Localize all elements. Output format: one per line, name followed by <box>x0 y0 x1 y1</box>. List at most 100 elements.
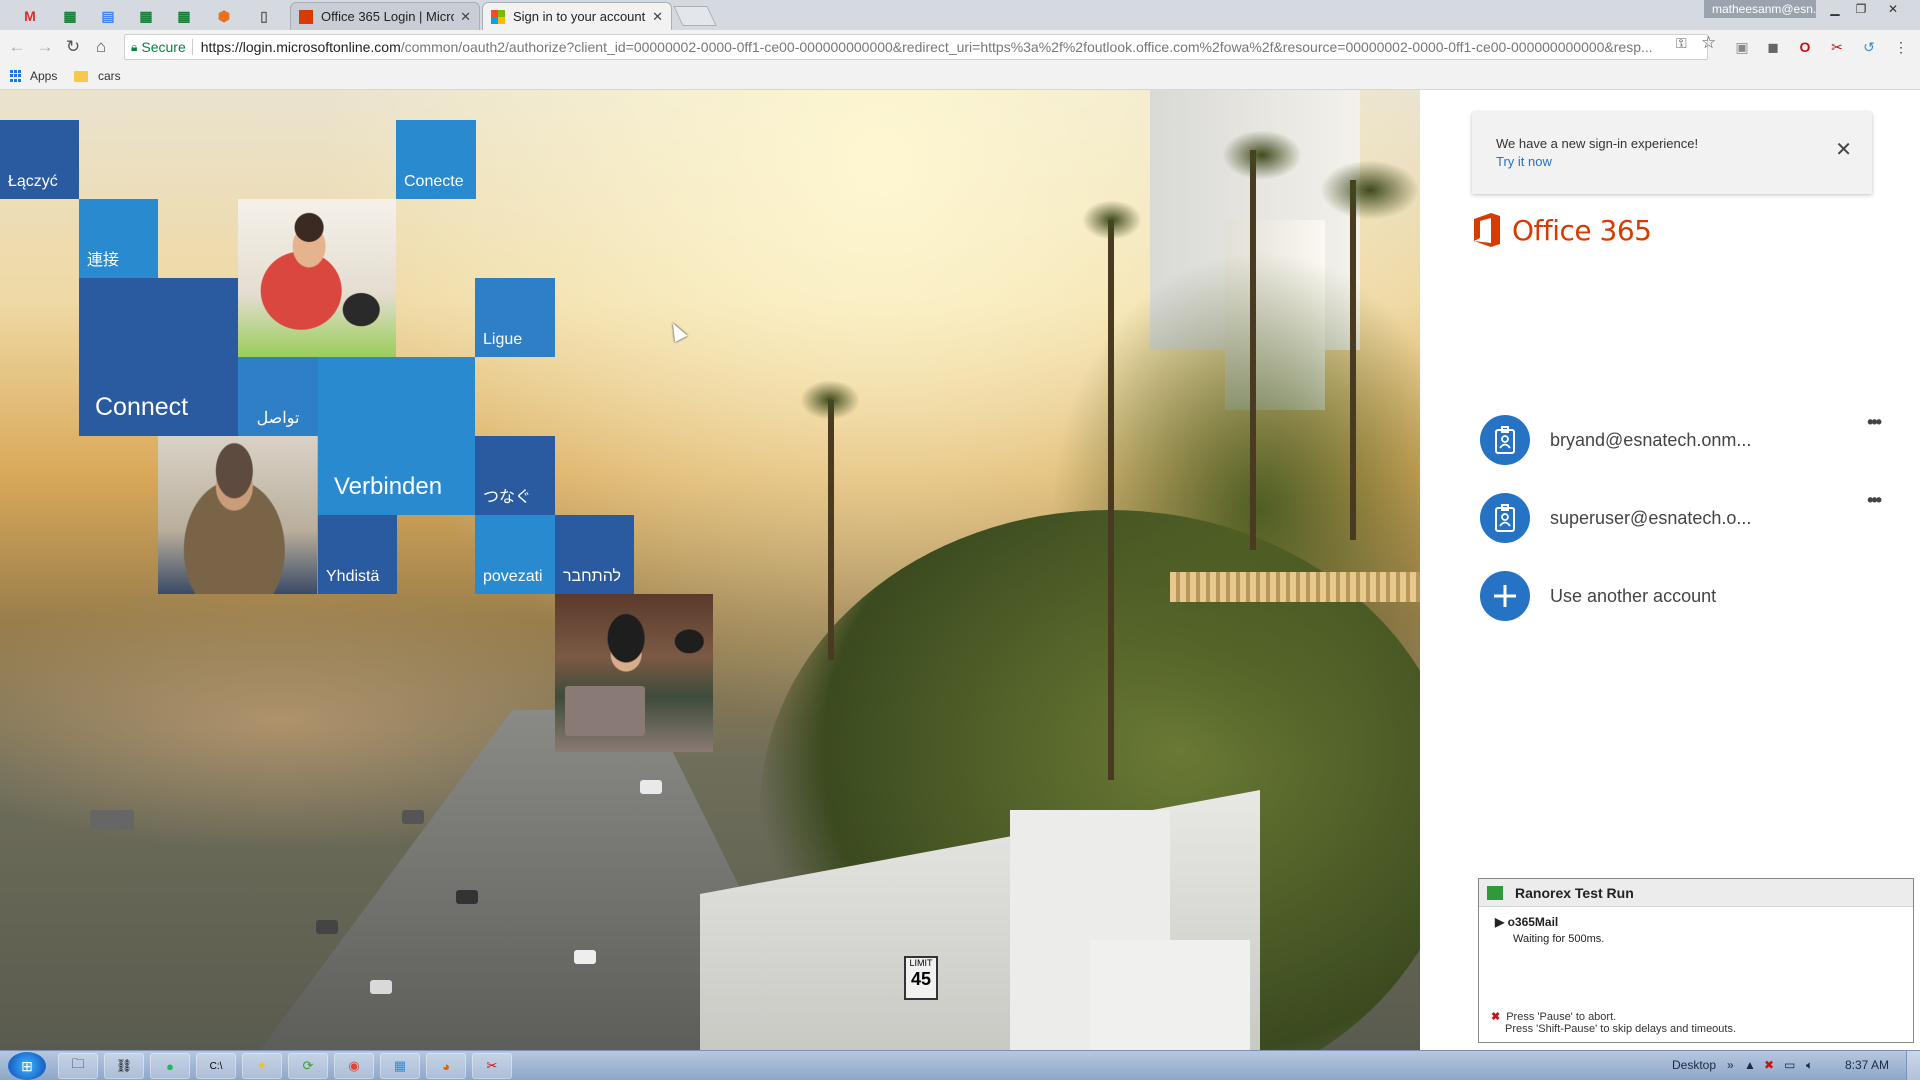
bookmark-cars[interactable]: cars <box>74 69 121 83</box>
back-icon[interactable]: ← <box>6 36 28 58</box>
forward-icon[interactable]: → <box>34 36 56 58</box>
palm-tree <box>1350 180 1356 540</box>
sheets-icon[interactable]: ▦ <box>166 3 202 29</box>
menu-icon[interactable]: ⋮ <box>1892 38 1910 56</box>
folder-icon <box>74 70 88 82</box>
railing <box>1170 572 1420 602</box>
abort-icon: ✖ <box>1491 1011 1501 1023</box>
palm-tree <box>800 380 860 420</box>
car <box>456 890 478 904</box>
try-it-now-link[interactable]: Try it now <box>1496 154 1552 169</box>
use-another-account-button[interactable]: Use another account <box>1480 566 1900 626</box>
car <box>316 920 338 934</box>
start-button[interactable]: ⊞ <box>8 1052 46 1080</box>
taskbar: ⊞ 🗀 ⛓ ● C:\ ✦ ⟳ ◉ ▦ ◕ ✂ Desktop » ▲ ✖ ▭ … <box>0 1050 1920 1080</box>
new-experience-banner: We have a new sign-in experience! Try it… <box>1472 112 1872 194</box>
star-icon[interactable]: ☆ <box>1701 33 1716 53</box>
tab-title: Office 365 Login | Microsoft <box>321 9 454 24</box>
laptop <box>565 686 645 736</box>
test-case-name: o365Mail <box>1507 915 1559 929</box>
page-icon[interactable]: ▯ <box>246 3 282 29</box>
hero-background: LIMIT 45 Łączyć Conecte 連接 Connect Ligue… <box>0 90 1420 1050</box>
chrome-icon[interactable]: ◉ <box>334 1053 374 1079</box>
volume-icon[interactable]: 🔈︎ <box>1806 1058 1813 1073</box>
show-desktop-button[interactable] <box>1906 1051 1920 1080</box>
bookmarks-bar: Apps cars <box>0 64 1920 90</box>
firefox-icon[interactable]: ◕ <box>426 1053 466 1079</box>
minimize-icon[interactable]: ▁ <box>1822 0 1848 18</box>
speed-limit-sign: LIMIT 45 <box>904 956 938 1000</box>
palm-tree <box>828 400 834 660</box>
sheets-icon[interactable]: ▦ <box>128 3 164 29</box>
tray-expand-icon[interactable]: ▲ <box>1744 1058 1756 1072</box>
close-icon[interactable]: ✕ <box>460 9 471 25</box>
badge-icon <box>1480 415 1530 465</box>
microsoft-icon <box>491 9 505 24</box>
more-options-icon[interactable]: ••• <box>1867 412 1882 433</box>
ranorex-test-run-window: Ranorex Test Run ▶ o365Mail Waiting for … <box>1478 878 1914 1043</box>
test-case-row[interactable]: ▶ o365Mail <box>1495 915 1558 929</box>
tray-app-icon[interactable]: ✖ <box>1764 1058 1774 1072</box>
toolbar: ← → ↻ ⌂ 🔒︎ Secure https://login.microsof… <box>0 30 1920 64</box>
test-status: Waiting for 500ms. <box>1513 933 1605 945</box>
more-options-icon[interactable]: ••• <box>1867 490 1882 511</box>
key-icon[interactable]: ⚿ <box>1676 35 1687 52</box>
extension-icon[interactable]: ◼ <box>1764 38 1782 56</box>
gmail-icon[interactable]: M <box>12 3 48 29</box>
bookmark-label: cars <box>98 69 121 83</box>
office-icon[interactable]: ⬢ <box>206 3 242 29</box>
file-explorer-icon[interactable]: 🗀 <box>58 1053 98 1079</box>
account-email: superuser@esnatech.o... <box>1550 507 1752 528</box>
account-tile-superuser[interactable]: superuser@esnatech.o... ••• <box>1480 488 1900 548</box>
tab-sign-in[interactable]: Sign in to your account ✕ <box>482 2 672 30</box>
spotify-icon[interactable]: ● <box>150 1053 190 1079</box>
bookmark-apps[interactable]: Apps <box>10 69 57 83</box>
hint-shift-pause: Press 'Shift-Pause' to skip delays and t… <box>1505 1023 1737 1035</box>
expand-arrow-icon[interactable]: ▶ <box>1495 915 1508 929</box>
home-icon[interactable]: ⌂ <box>90 36 112 58</box>
cmd-icon[interactable]: C:\ <box>196 1053 236 1079</box>
tile-povezati: povezati <box>475 515 555 594</box>
tile-lehitchaber: להתחבר <box>555 515 634 594</box>
sync-icon[interactable]: ↺ <box>1860 38 1878 56</box>
car <box>402 810 424 824</box>
address-bar[interactable]: 🔒︎ Secure https://login.microsoftonline.… <box>124 34 1708 60</box>
tile-ligue: Ligue <box>475 278 555 357</box>
network-icon[interactable]: ⛓ <box>104 1053 144 1079</box>
account-email: bryand@esnatech.onm... <box>1550 429 1752 450</box>
tile-laczyc: Łączyć <box>0 120 79 199</box>
tab-office365-login[interactable]: Office 365 Login | Microsoft ✕ <box>290 2 480 30</box>
app-icon[interactable]: ▦ <box>380 1053 420 1079</box>
desktop-toolbar[interactable]: Desktop <box>1672 1058 1716 1072</box>
opera-icon[interactable]: O <box>1796 38 1814 56</box>
ranorex-title: Ranorex Test Run <box>1515 884 1634 901</box>
extension-icon[interactable]: ▣ <box>1733 38 1751 56</box>
ranorex-header: Ranorex Test Run <box>1479 879 1913 907</box>
close-window-icon[interactable]: ✕ <box>1880 0 1906 18</box>
chevron-icon[interactable]: » <box>1727 1058 1734 1072</box>
account-tile-bryand[interactable]: bryand@esnatech.onm... ••• <box>1480 410 1900 470</box>
reload-icon[interactable]: ↻ <box>62 36 84 58</box>
sheets-icon[interactable]: ▦ <box>52 3 88 29</box>
profile-button[interactable]: matheesanm@esn... <box>1704 0 1816 18</box>
clock[interactable]: 8:37 AM <box>1845 1058 1889 1072</box>
new-tab-button[interactable] <box>673 6 717 26</box>
restore-icon[interactable]: ❐ <box>1848 0 1874 18</box>
close-icon[interactable]: ✕ <box>652 9 663 25</box>
tools-icon[interactable]: ✂ <box>1828 38 1846 56</box>
network-status-icon[interactable]: ▭ <box>1784 1058 1795 1072</box>
ranorex-icon[interactable]: ✂ <box>472 1053 512 1079</box>
use-another-label: Use another account <box>1550 585 1717 606</box>
tool-icon[interactable]: ✦ <box>242 1053 282 1079</box>
sign-text: LIMIT <box>909 958 933 968</box>
close-icon[interactable]: ✕ <box>1835 140 1852 160</box>
ranorex-icon <box>1487 885 1503 900</box>
office-icon <box>1474 213 1500 247</box>
tile-yhdista: Yhdistä <box>318 515 397 594</box>
docs-icon[interactable]: ▤ <box>90 3 126 29</box>
app-icon[interactable]: ⟳ <box>288 1053 328 1079</box>
car <box>370 980 392 994</box>
divider <box>191 39 193 55</box>
tile-tsunagu: つなぐ <box>475 436 555 515</box>
bus <box>90 810 134 830</box>
